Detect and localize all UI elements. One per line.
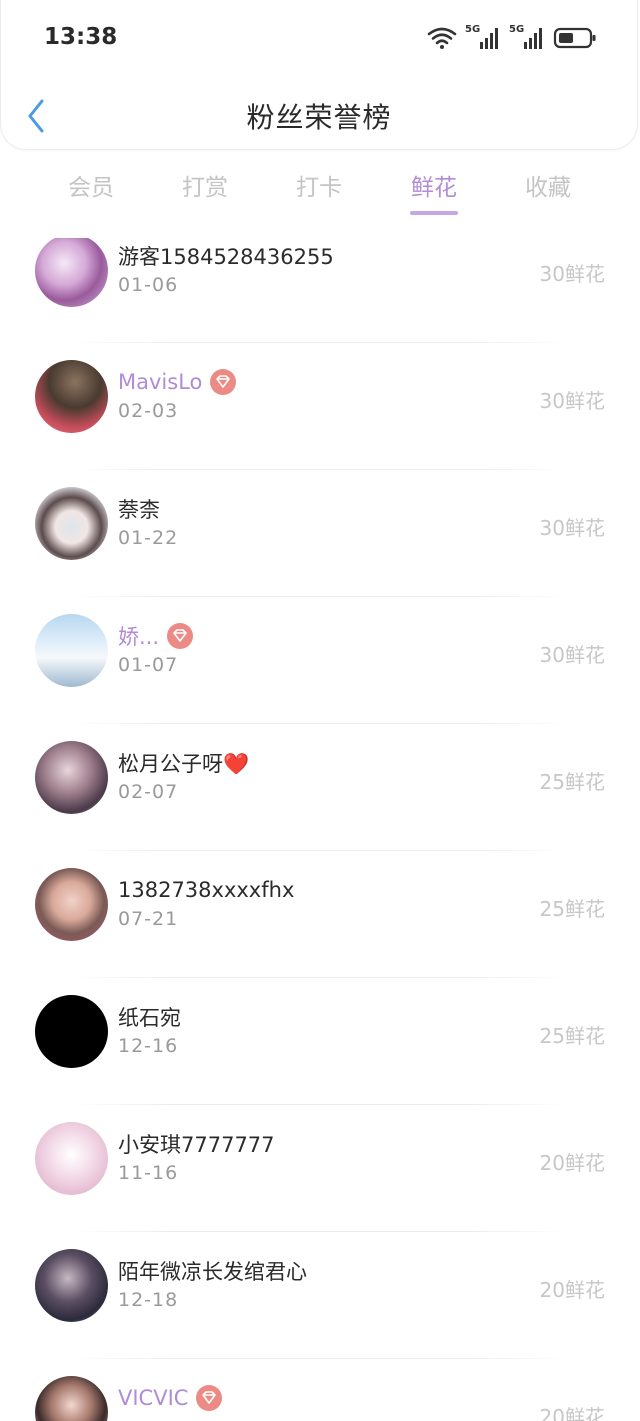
fan-date: 01-07 [118, 654, 179, 676]
status-time: 13:38 [44, 24, 118, 50]
status-icons: 5G 5G [427, 24, 597, 52]
signal-5g-icon-2: 5G [509, 25, 545, 51]
row-divider [70, 596, 570, 597]
fan-row[interactable]: 纸石宛 12-16 25鲜花 [0, 977, 640, 1104]
fan-row[interactable]: 娇... 01-07 30鲜花 [0, 596, 640, 723]
battery-icon [553, 27, 596, 49]
row-divider [70, 1358, 570, 1359]
tab-flowers[interactable]: 鲜花 [377, 168, 491, 202]
header-bar: 13:38 5G 5G 粉丝荣誉榜 [0, 0, 638, 150]
fan-date: 02-03 [118, 400, 179, 422]
row-divider [70, 977, 570, 978]
flower-count: 30鲜花 [539, 262, 605, 286]
vip-badge-icon [210, 369, 237, 395]
fan-date: 11-16 [118, 1162, 179, 1184]
avatar [35, 487, 108, 560]
fan-row[interactable]: 小安琪7777777 11-16 20鲜花 [0, 1104, 640, 1231]
tab-checkin[interactable]: 打卡 [262, 168, 376, 202]
row-divider [70, 1231, 570, 1232]
fan-list[interactable]: 游客1584528436255 01-06 30鲜花 MavisLo 02-03… [0, 238, 640, 1421]
flower-count: 25鲜花 [539, 770, 605, 794]
fan-date: 02-07 [118, 781, 179, 803]
fan-row[interactable]: 松月公子呀❤️ 02-07 25鲜花 [0, 723, 640, 850]
flower-count: 20鲜花 [539, 1405, 605, 1421]
fan-name: 陌年微凉长发绾君心 [118, 1260, 307, 1284]
page-title: 粉丝荣誉榜 [246, 101, 392, 134]
fan-name: 松月公子呀❤️ [118, 752, 250, 776]
avatar [35, 360, 108, 433]
fan-date: 01-22 [118, 527, 179, 549]
fan-name: 娇... [118, 625, 160, 649]
fan-name: 萘柰 [118, 498, 160, 522]
fan-row[interactable]: 陌年微凉长发绾君心 12-18 20鲜花 [0, 1231, 640, 1358]
flower-count: 25鲜花 [539, 1024, 605, 1048]
flower-count: 30鲜花 [539, 516, 605, 540]
avatar [35, 868, 108, 941]
flower-count: 20鲜花 [539, 1278, 605, 1302]
avatar [35, 1122, 108, 1195]
wifi-icon [427, 27, 457, 49]
fan-name: MavisLo [118, 370, 203, 394]
fan-date: 12-18 [118, 1289, 179, 1311]
fan-row[interactable]: MavisLo 02-03 30鲜花 [0, 342, 640, 469]
tab-bar: 会员 打赏 打卡 鲜花 收藏 [34, 168, 606, 218]
active-tab-indicator [410, 211, 458, 215]
fan-date: 01-06 [118, 274, 179, 296]
fan-row[interactable]: VICVIC 20鲜花 [0, 1358, 640, 1421]
flower-count: 20鲜花 [539, 1151, 605, 1175]
row-divider [70, 342, 570, 343]
tab-favorites[interactable]: 收藏 [491, 168, 605, 202]
avatar [35, 614, 108, 687]
tab-reward[interactable]: 打赏 [148, 168, 262, 202]
fan-row[interactable]: 萘柰 01-22 30鲜花 [0, 469, 640, 596]
avatar [35, 741, 108, 814]
signal-5g-icon-1: 5G [465, 25, 501, 51]
vip-badge-icon [167, 623, 194, 649]
vip-badge-icon [196, 1385, 223, 1411]
fan-row[interactable]: 1382738xxxxfhx 07-21 25鲜花 [0, 850, 640, 977]
fan-name: 1382738xxxxfhx [118, 878, 295, 902]
fan-date: 07-21 [118, 908, 179, 930]
fan-name: 小安琪7777777 [118, 1133, 275, 1157]
avatar [35, 1376, 108, 1421]
flower-count: 30鲜花 [539, 389, 605, 413]
fan-name: 游客1584528436255 [118, 245, 334, 269]
tab-member[interactable]: 会员 [34, 168, 148, 202]
row-divider [70, 850, 570, 851]
flower-count: 30鲜花 [539, 643, 605, 667]
avatar [35, 1249, 108, 1322]
row-divider [70, 723, 570, 724]
row-divider [70, 469, 570, 470]
avatar [35, 995, 108, 1068]
flower-count: 25鲜花 [539, 897, 605, 921]
fan-date: 12-16 [118, 1035, 179, 1057]
avatar [35, 238, 108, 307]
fan-name: VICVIC [118, 1386, 189, 1410]
fan-name: 纸石宛 [118, 1006, 181, 1030]
row-divider [70, 1104, 570, 1105]
